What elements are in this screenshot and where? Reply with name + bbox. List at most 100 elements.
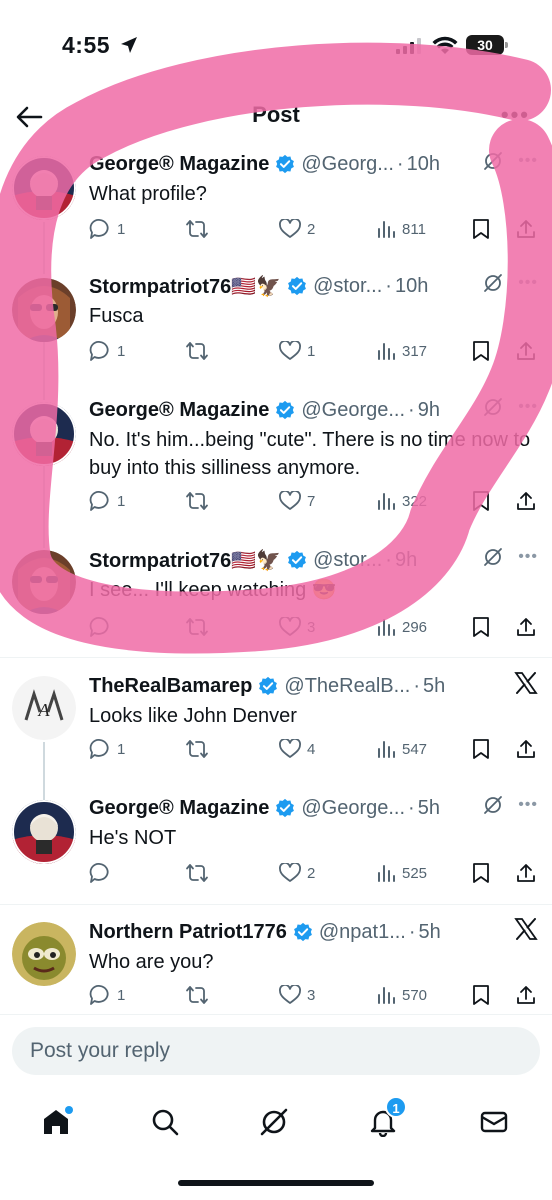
separator-dot: ·: [385, 274, 392, 297]
post-timestamp[interactable]: 5h: [418, 797, 440, 820]
author-name[interactable]: Northern Patriot1776: [89, 921, 287, 944]
reply-post[interactable]: George® Magazine @Georg... · 10h ••• Wha…: [0, 140, 552, 260]
share-icon: [517, 986, 535, 1004]
reply-post[interactable]: Northern Patriot1776 @npat1... · 5h Who …: [0, 908, 552, 1028]
post-timestamp[interactable]: 10h: [395, 275, 428, 298]
tab-messages[interactable]: [474, 1102, 514, 1142]
author-handle[interactable]: @npat1...: [319, 921, 406, 944]
reply-post[interactable]: Stormpatriot76🇺🇸🦅 @stor... · 10h ••• Fus…: [0, 262, 552, 382]
avatar[interactable]: [12, 156, 76, 220]
reply-button[interactable]: 1: [89, 218, 125, 240]
views-button[interactable]: 547: [376, 739, 427, 759]
share-button[interactable]: [515, 340, 537, 362]
like-button[interactable]: 3: [279, 985, 315, 1005]
bookmark-button[interactable]: [471, 218, 491, 240]
author-handle[interactable]: @Georg...: [301, 153, 394, 176]
post-timestamp[interactable]: 9h: [395, 549, 417, 572]
tab-notifications[interactable]: 1: [363, 1096, 407, 1142]
tab-search[interactable]: [145, 1102, 185, 1142]
post-menu-button[interactable]: •••: [518, 398, 538, 416]
bookmark-button[interactable]: [471, 340, 491, 362]
author-handle[interactable]: @stor...: [313, 549, 382, 572]
post-timestamp[interactable]: 5h: [419, 921, 441, 944]
location-arrow-icon: [121, 37, 137, 53]
avatar[interactable]: [12, 402, 76, 466]
post-menu-button[interactable]: •••: [518, 796, 538, 814]
reply-post[interactable]: Stormpatriot76🇺🇸🦅 @stor... · 9h ••• I se…: [0, 536, 552, 656]
post-timestamp[interactable]: 5h: [423, 675, 445, 698]
author-name[interactable]: Stormpatriot76🇺🇸🦅: [89, 548, 281, 573]
bookmark-button[interactable]: [471, 616, 491, 638]
reply-post[interactable]: A TheRealBamarep @TheRealB... · 5h Looks…: [0, 662, 552, 782]
tab-home[interactable]: [36, 1102, 76, 1142]
avatar[interactable]: [12, 278, 76, 342]
like-button[interactable]: 2: [279, 219, 315, 239]
avatar[interactable]: [12, 922, 76, 986]
views-button[interactable]: 811: [376, 219, 426, 239]
views-button[interactable]: 570: [376, 985, 427, 1005]
post-menu-button[interactable]: •••: [518, 548, 538, 566]
author-name[interactable]: George® Magazine: [89, 399, 269, 422]
views-button[interactable]: 525: [376, 863, 427, 883]
post-timestamp[interactable]: 10h: [407, 153, 440, 176]
avatar[interactable]: A: [12, 676, 76, 740]
author-name[interactable]: Stormpatriot76🇺🇸🦅: [89, 274, 281, 299]
like-button[interactable]: 1: [279, 341, 315, 361]
post-menu-button[interactable]: •••: [518, 274, 538, 292]
share-button[interactable]: [515, 490, 537, 512]
bookmark-button[interactable]: [471, 490, 491, 512]
author-handle[interactable]: @TheRealB...: [284, 675, 410, 698]
reply-post[interactable]: George® Magazine @George... · 9h ••• No.…: [0, 386, 552, 511]
reply-post[interactable]: George® Magazine @George... · 5h ••• He'…: [0, 784, 552, 904]
reply-composer[interactable]: [12, 1027, 540, 1075]
like-button[interactable]: 2: [279, 863, 315, 883]
share-button[interactable]: [515, 218, 537, 240]
divider: [0, 904, 552, 905]
author-handle[interactable]: @George...: [301, 797, 405, 820]
reply-icon: [89, 490, 109, 511]
share-button[interactable]: [515, 738, 537, 760]
repost-button[interactable]: [185, 490, 215, 512]
reply-button[interactable]: 1: [89, 340, 125, 362]
author-name[interactable]: George® Magazine: [89, 153, 269, 176]
bookmark-button[interactable]: [471, 984, 491, 1006]
bookmark-button[interactable]: [471, 738, 491, 760]
reply-button[interactable]: 1: [89, 984, 125, 1006]
like-button[interactable]: 3: [279, 617, 315, 637]
repost-button[interactable]: [185, 984, 215, 1006]
bookmark-button[interactable]: [471, 862, 491, 884]
views-button[interactable]: 296: [376, 617, 427, 637]
avatar[interactable]: [12, 550, 76, 614]
post-text: Looks like John Denver: [89, 705, 297, 727]
battery-indicator: 30: [466, 35, 508, 55]
avatar[interactable]: [12, 800, 76, 864]
share-button[interactable]: [515, 984, 537, 1006]
views-button[interactable]: 322: [376, 491, 427, 511]
bookmark-icon: [473, 219, 489, 239]
repost-button[interactable]: [185, 616, 215, 638]
author-name[interactable]: TheRealBamarep: [89, 675, 252, 698]
reply-button[interactable]: [89, 862, 117, 884]
reply-button[interactable]: 1: [89, 738, 125, 760]
views-button[interactable]: 317: [376, 341, 427, 361]
like-button[interactable]: 4: [279, 739, 315, 759]
tab-grok[interactable]: [254, 1102, 294, 1142]
share-button[interactable]: [515, 862, 537, 884]
post-menu-button[interactable]: •••: [518, 152, 538, 170]
reply-button[interactable]: 1: [89, 490, 125, 512]
repost-button[interactable]: [185, 340, 215, 362]
author-handle[interactable]: @George...: [301, 399, 405, 422]
verified-badge-icon: [276, 154, 295, 174]
post-timestamp[interactable]: 9h: [418, 399, 440, 422]
author-handle[interactable]: @stor...: [313, 275, 382, 298]
repost-button[interactable]: [185, 738, 215, 760]
reply-input[interactable]: [12, 1027, 540, 1075]
reply-button[interactable]: [89, 616, 117, 638]
repost-button[interactable]: [185, 862, 215, 884]
repost-button[interactable]: [185, 218, 215, 240]
bottom-tab-bar: 1: [0, 1092, 552, 1152]
more-options-button[interactable]: •••: [501, 102, 530, 128]
share-button[interactable]: [515, 616, 537, 638]
author-name[interactable]: George® Magazine: [89, 797, 269, 820]
like-button[interactable]: 7: [279, 491, 315, 511]
